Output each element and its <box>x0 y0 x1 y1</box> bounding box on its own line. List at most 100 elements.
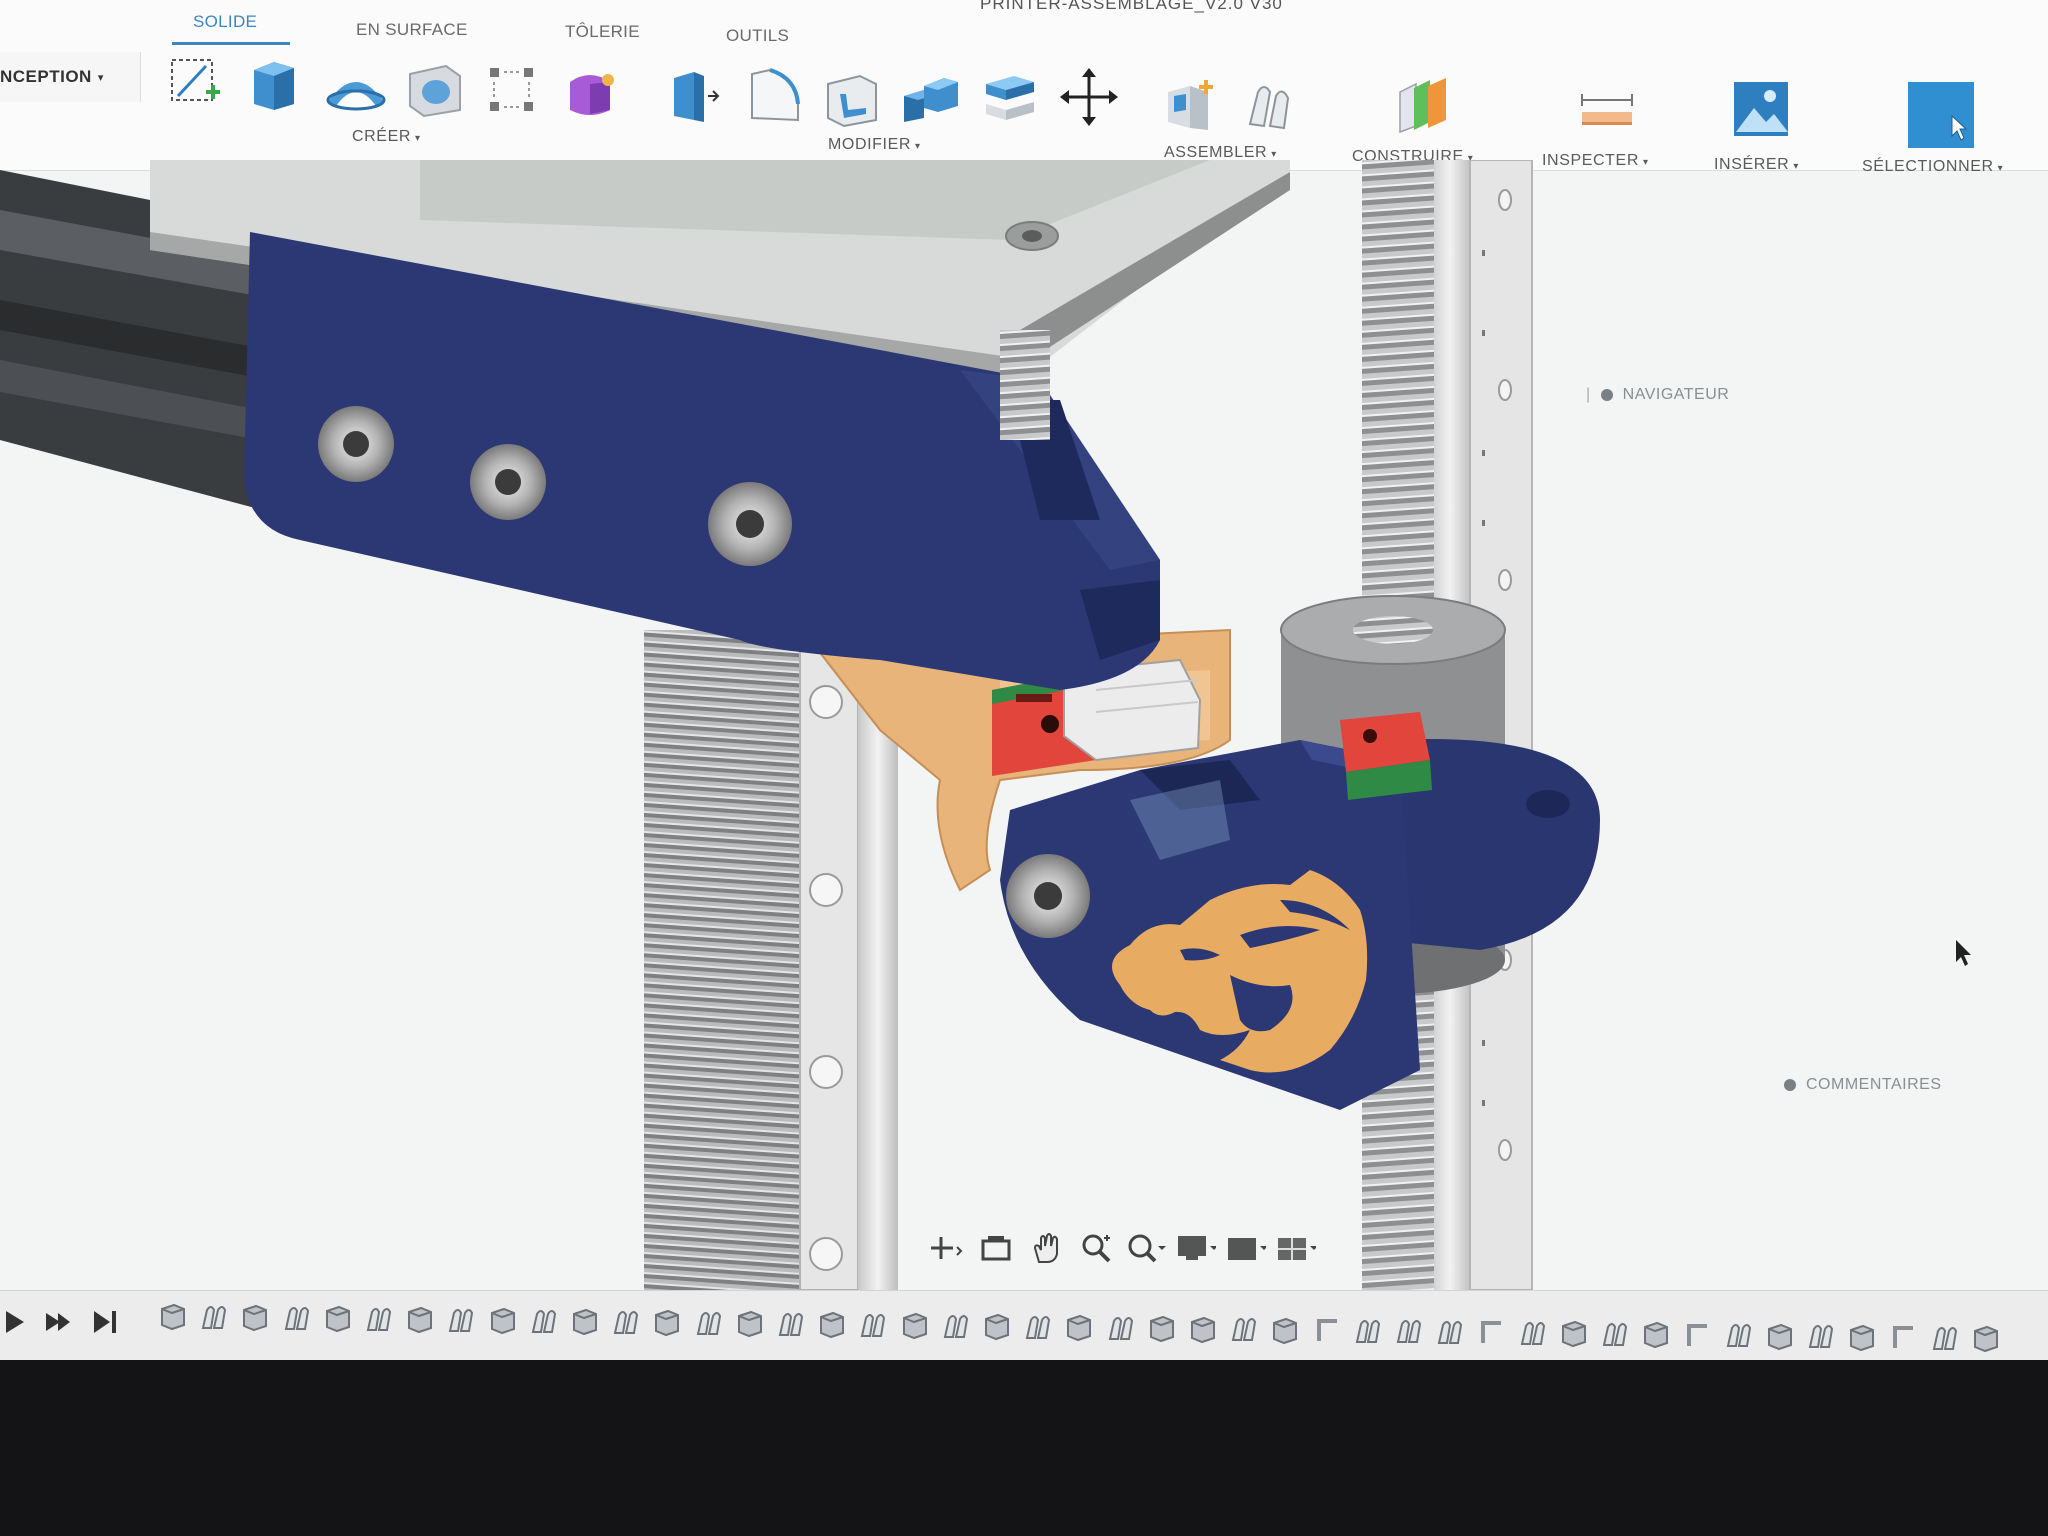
timeline-joint-icon[interactable] <box>529 1306 559 1336</box>
play-icon[interactable] <box>4 1309 28 1335</box>
timeline-joint-icon[interactable] <box>199 1302 229 1332</box>
timeline-joint-icon[interactable] <box>364 1304 394 1334</box>
timeline-component-icon[interactable] <box>817 1309 847 1339</box>
group-modifier[interactable]: MODIFIER ▾ <box>828 136 921 154</box>
timeline-joint-icon[interactable] <box>1806 1321 1836 1351</box>
pan-button[interactable] <box>1026 1231 1066 1265</box>
tab-tolerie[interactable]: TÔLERIE <box>565 22 640 42</box>
fit-button[interactable] <box>1126 1231 1166 1265</box>
tab-solide[interactable]: SOLIDE <box>193 12 257 32</box>
active-tab-indicator <box>172 42 290 45</box>
timeline-joint-icon[interactable] <box>1930 1323 1960 1353</box>
joint-icon[interactable] <box>1240 74 1298 134</box>
timeline-joint-icon[interactable] <box>1023 1312 1053 1342</box>
tab-outils[interactable]: OUTILS <box>726 26 789 46</box>
combine-icon[interactable] <box>898 66 962 126</box>
timeline-component-icon[interactable] <box>982 1311 1012 1341</box>
zoom-button[interactable] <box>1076 1231 1116 1265</box>
timeline-joint-icon[interactable] <box>1229 1314 1259 1344</box>
timeline-joint-icon[interactable] <box>1353 1316 1383 1346</box>
timeline-component-icon[interactable] <box>900 1310 930 1340</box>
chevron-down-icon: ▾ <box>97 71 104 84</box>
timeline-joint-icon[interactable] <box>446 1305 476 1335</box>
step-forward-icon[interactable] <box>44 1309 72 1335</box>
timeline-component-icon[interactable] <box>323 1303 353 1333</box>
shell-icon[interactable] <box>820 70 882 128</box>
timeline <box>0 1290 2048 1360</box>
timeline-component-icon[interactable] <box>240 1302 270 1332</box>
new-component-icon[interactable] <box>1160 72 1220 134</box>
pattern-icon[interactable] <box>482 60 542 118</box>
vertical-rail-left <box>799 639 898 1290</box>
move-icon[interactable] <box>1058 66 1120 128</box>
model-viewport[interactable] <box>0 160 2048 1290</box>
timeline-joint-icon[interactable] <box>1518 1318 1548 1348</box>
split-body-icon[interactable] <box>980 66 1040 126</box>
timeline-component-icon[interactable] <box>488 1305 518 1335</box>
timeline-sketch-icon[interactable] <box>1312 1315 1342 1345</box>
timeline-joint-icon[interactable] <box>1394 1316 1424 1346</box>
timeline-component-icon[interactable] <box>1188 1314 1218 1344</box>
timeline-joint-icon[interactable] <box>282 1303 312 1333</box>
timeline-joint-icon[interactable] <box>694 1308 724 1338</box>
timeline-joint-icon[interactable] <box>1435 1317 1465 1347</box>
group-creer-label: CRÉER <box>352 128 412 145</box>
select-icon[interactable] <box>1906 80 1976 150</box>
workspace-label: NCEPTION <box>0 67 92 86</box>
comments-label: COMMENTAIRES <box>1806 1076 1942 1093</box>
lead-screw-left <box>644 630 800 1290</box>
monitor-bezel <box>0 1360 2048 1536</box>
navigation-bar <box>918 1226 1378 1270</box>
timeline-joint-icon[interactable] <box>1600 1319 1630 1349</box>
grid-settings-button[interactable] <box>1226 1231 1266 1265</box>
measure-icon[interactable] <box>1578 90 1636 130</box>
display-monitor-icon <box>1178 1236 1216 1260</box>
timeline-joint-icon[interactable] <box>611 1307 641 1337</box>
timeline-component-icon[interactable] <box>405 1304 435 1334</box>
press-pull-icon[interactable] <box>664 64 722 124</box>
display-settings-button[interactable] <box>1176 1231 1216 1265</box>
timeline-sketch-icon[interactable] <box>1888 1322 1918 1352</box>
extrude-icon[interactable] <box>244 54 304 112</box>
timeline-sketch-icon[interactable] <box>1476 1317 1506 1347</box>
revolve-icon[interactable] <box>322 62 390 114</box>
timeline-component-icon[interactable] <box>652 1307 682 1337</box>
timeline-component-icon[interactable] <box>1641 1319 1671 1349</box>
timeline-joint-icon[interactable] <box>776 1309 806 1339</box>
timeline-joint-icon[interactable] <box>858 1310 888 1340</box>
timeline-sketch-icon[interactable] <box>1682 1320 1712 1350</box>
form-icon[interactable] <box>560 64 622 122</box>
comments-panel[interactable]: COMMENTAIRES <box>1784 1076 1941 1094</box>
timeline-component-icon[interactable] <box>735 1308 765 1338</box>
panel-collapse-icon: | <box>1586 386 1591 403</box>
create-sketch-icon[interactable] <box>166 52 226 112</box>
skip-end-icon[interactable] <box>92 1309 120 1335</box>
timeline-component-icon[interactable] <box>1064 1312 1094 1342</box>
timeline-component-icon[interactable] <box>1559 1318 1589 1348</box>
viewports-button[interactable] <box>1276 1231 1316 1265</box>
offset-plane-icon[interactable] <box>1392 72 1454 136</box>
hole-icon[interactable] <box>402 60 464 118</box>
group-assembler-label: ASSEMBLER <box>1164 144 1268 161</box>
insert-image-icon[interactable] <box>1732 80 1790 138</box>
timeline-component-icon[interactable] <box>1147 1313 1177 1343</box>
timeline-component-icon[interactable] <box>570 1306 600 1336</box>
fillet-icon[interactable] <box>742 64 804 124</box>
viewports-icon <box>1278 1238 1316 1260</box>
orbit-button[interactable] <box>926 1231 966 1265</box>
timeline-joint-icon[interactable] <box>1106 1313 1136 1343</box>
zoom-icon <box>1082 1234 1111 1263</box>
workspace-dropdown[interactable]: NCEPTION ▾ <box>0 52 141 102</box>
timeline-joint-icon[interactable] <box>1724 1320 1754 1350</box>
navigator-panel[interactable]: | NAVIGATEUR <box>1586 386 1729 404</box>
timeline-component-icon[interactable] <box>1270 1315 1300 1345</box>
timeline-component-icon[interactable] <box>158 1301 188 1331</box>
look-at-button[interactable] <box>976 1231 1016 1265</box>
tab-en-surface[interactable]: EN SURFACE <box>356 20 468 40</box>
timeline-component-icon[interactable] <box>1847 1322 1877 1352</box>
timeline-component-icon[interactable] <box>1971 1323 2001 1353</box>
group-creer[interactable]: CRÉER ▾ <box>352 128 421 146</box>
timeline-component-icon[interactable] <box>1765 1321 1795 1351</box>
timeline-joint-icon[interactable] <box>941 1311 971 1341</box>
look-at-icon <box>981 1236 1011 1261</box>
